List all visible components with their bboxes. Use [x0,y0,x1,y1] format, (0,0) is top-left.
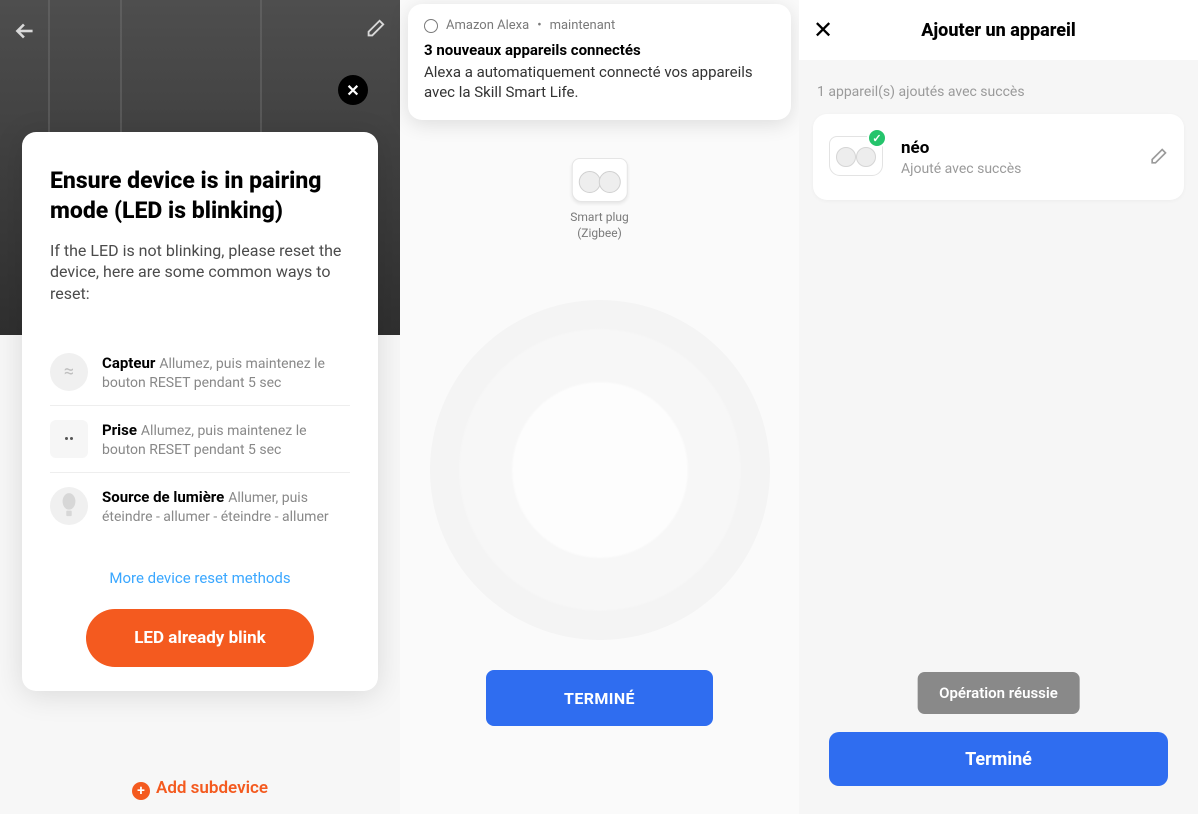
reset-item-sensor: ≈ Capteur Allumez, puis maintenez le bou… [50,339,350,406]
success-toast: Opération réussie [917,672,1080,714]
more-reset-link[interactable]: More device reset methods [50,569,350,587]
done-button[interactable]: Terminé [829,732,1168,786]
device-label: Smart plug(Zigbee) [570,210,628,241]
device-icon: ✓ [829,136,883,178]
smart-plug-icon [571,158,627,202]
reset-item-light: Source de lumière Allumer, puis éteindre… [50,473,350,539]
alexa-ring-icon [424,19,438,33]
device-status: Ajouté avec succès [901,161,1148,177]
scanning-rings [430,300,770,640]
device-card: ✓ néo Ajouté avec succès [813,114,1184,200]
back-icon[interactable] [12,18,38,44]
sheet-subtitle: If the LED is not blinking, please reset… [50,240,350,305]
notif-time: maintenant [550,18,616,33]
status-text: 1 appareil(s) ajoutés avec succès [817,84,1198,100]
edit-icon[interactable] [1148,147,1168,167]
alexa-notification[interactable]: Amazon Alexa • maintenant 3 nouveaux app… [408,4,791,120]
check-icon: ✓ [867,128,887,148]
reset-name: Prise [102,421,137,439]
edit-icon[interactable] [364,18,386,40]
close-icon[interactable]: ✕ [813,16,833,44]
device-name: néo [901,138,1148,158]
reset-name: Source de lumière [102,488,224,506]
reset-list: ≈ Capteur Allumez, puis maintenez le bou… [50,339,350,539]
header: ✕ Ajouter un appareil [799,0,1198,60]
plus-icon: + [132,782,150,800]
led-blink-button[interactable]: LED already blink [86,609,314,667]
done-button[interactable]: TERMINÉ [486,670,713,726]
close-icon[interactable]: ✕ [338,75,368,105]
page-title: Ajouter un appareil [921,20,1076,41]
notif-title: 3 nouveaux appareils connectés [424,41,775,59]
add-subdevice-button[interactable]: +Add subdevice [0,778,400,800]
reset-item-plug: Prise Allumez, puis maintenez le bouton … [50,406,350,473]
found-device[interactable]: Smart plug(Zigbee) [570,158,628,241]
bulb-icon [50,487,88,525]
sheet-title: Ensure device is in pairing mode (LED is… [50,166,350,226]
reset-name: Capteur [102,354,155,372]
plug-icon [50,420,88,458]
wave-icon: ≈ [50,353,88,391]
notif-body: Alexa a automatiquement connecté vos app… [424,63,775,102]
pairing-sheet: Ensure device is in pairing mode (LED is… [22,132,378,691]
notif-source: Amazon Alexa [446,18,529,33]
